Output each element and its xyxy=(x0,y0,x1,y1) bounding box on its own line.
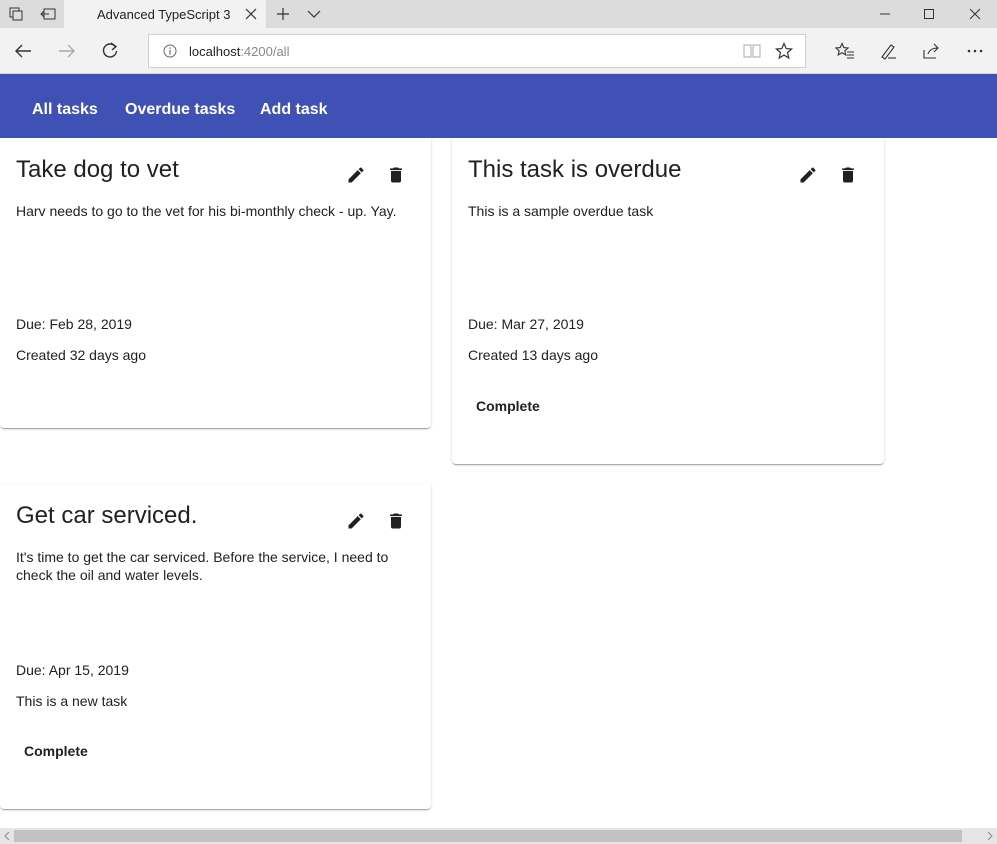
task-card: Take dog to vet Harv needs to go to the … xyxy=(0,138,431,428)
pen-icon[interactable] xyxy=(873,36,903,66)
info-icon[interactable] xyxy=(163,44,177,58)
set-tabs-aside-icon[interactable] xyxy=(32,0,64,28)
url-text: localhost:4200/all xyxy=(189,44,289,59)
scrollbar-thumb[interactable] xyxy=(14,830,962,842)
pencil-icon[interactable] xyxy=(344,509,368,533)
favorite-star-icon[interactable] xyxy=(774,41,794,60)
pencil-icon[interactable] xyxy=(344,163,368,187)
task-created: Created 32 days ago xyxy=(16,347,146,363)
back-arrow-icon[interactable] xyxy=(8,36,38,66)
horizontal-scrollbar[interactable] xyxy=(0,828,997,844)
browser-tab-title: Advanced TypeScript 3 xyxy=(97,6,231,22)
reading-view-icon[interactable] xyxy=(743,43,761,59)
task-created: This is a new task xyxy=(16,693,128,709)
task-description: This is a sample overdue task xyxy=(468,203,654,219)
task-due-date: Due: Mar 27, 2019 xyxy=(468,316,584,332)
task-card: Get car serviced. It's time to get the c… xyxy=(0,484,431,809)
task-list: Take dog to vet Harv needs to go to the … xyxy=(0,138,997,828)
trash-icon[interactable] xyxy=(384,163,408,187)
scroll-right-icon[interactable] xyxy=(983,828,997,844)
nav-overdue-tasks[interactable]: Overdue tasks xyxy=(109,74,251,138)
minimize-icon[interactable] xyxy=(870,0,900,28)
browser-tab-active[interactable]: Advanced TypeScript 3 xyxy=(64,0,266,28)
address-bar[interactable]: localhost:4200/all xyxy=(148,34,806,68)
tab-preview-icon[interactable] xyxy=(0,0,32,28)
refresh-icon[interactable] xyxy=(95,36,125,66)
browser-navigation-bar: localhost:4200/all xyxy=(0,28,997,74)
more-options-icon[interactable] xyxy=(960,36,990,66)
scroll-left-icon[interactable] xyxy=(0,828,14,844)
task-description: Harv needs to go to the vet for his bi-m… xyxy=(16,203,397,219)
task-title: Get car serviced. xyxy=(16,502,198,529)
trash-icon[interactable] xyxy=(384,509,408,533)
complete-button[interactable]: Complete xyxy=(460,388,556,424)
window-close-icon[interactable] xyxy=(960,0,990,28)
url-path: :4200/all xyxy=(240,44,290,59)
forward-arrow-icon[interactable] xyxy=(52,36,82,66)
task-card: This task is overdue This is a sample ov… xyxy=(452,138,884,464)
trash-icon[interactable] xyxy=(836,163,860,187)
pencil-icon[interactable] xyxy=(796,163,820,187)
task-due-date: Due: Apr 15, 2019 xyxy=(16,662,129,678)
url-host: localhost xyxy=(189,44,241,59)
chevron-down-icon[interactable] xyxy=(302,0,326,28)
tab-close-icon[interactable] xyxy=(244,7,258,21)
complete-button[interactable]: Complete xyxy=(8,733,104,769)
maximize-icon[interactable] xyxy=(914,0,944,28)
new-tab-icon[interactable] xyxy=(272,0,294,28)
task-description: It's time to get the car serviced. Befor… xyxy=(16,549,389,583)
share-icon[interactable] xyxy=(916,36,946,66)
task-due-date: Due: Feb 28, 2019 xyxy=(16,316,132,332)
task-title: This task is overdue xyxy=(468,156,682,183)
browser-tab-strip: Advanced TypeScript 3 xyxy=(0,0,997,28)
nav-add-task[interactable]: Add task xyxy=(244,74,344,138)
task-title: Take dog to vet xyxy=(16,156,179,183)
app-toolbar: All tasks Overdue tasks Add task xyxy=(0,74,997,138)
task-created: Created 13 days ago xyxy=(468,347,598,363)
nav-all-tasks[interactable]: All tasks xyxy=(16,74,114,138)
favorites-hub-icon[interactable] xyxy=(830,36,860,66)
